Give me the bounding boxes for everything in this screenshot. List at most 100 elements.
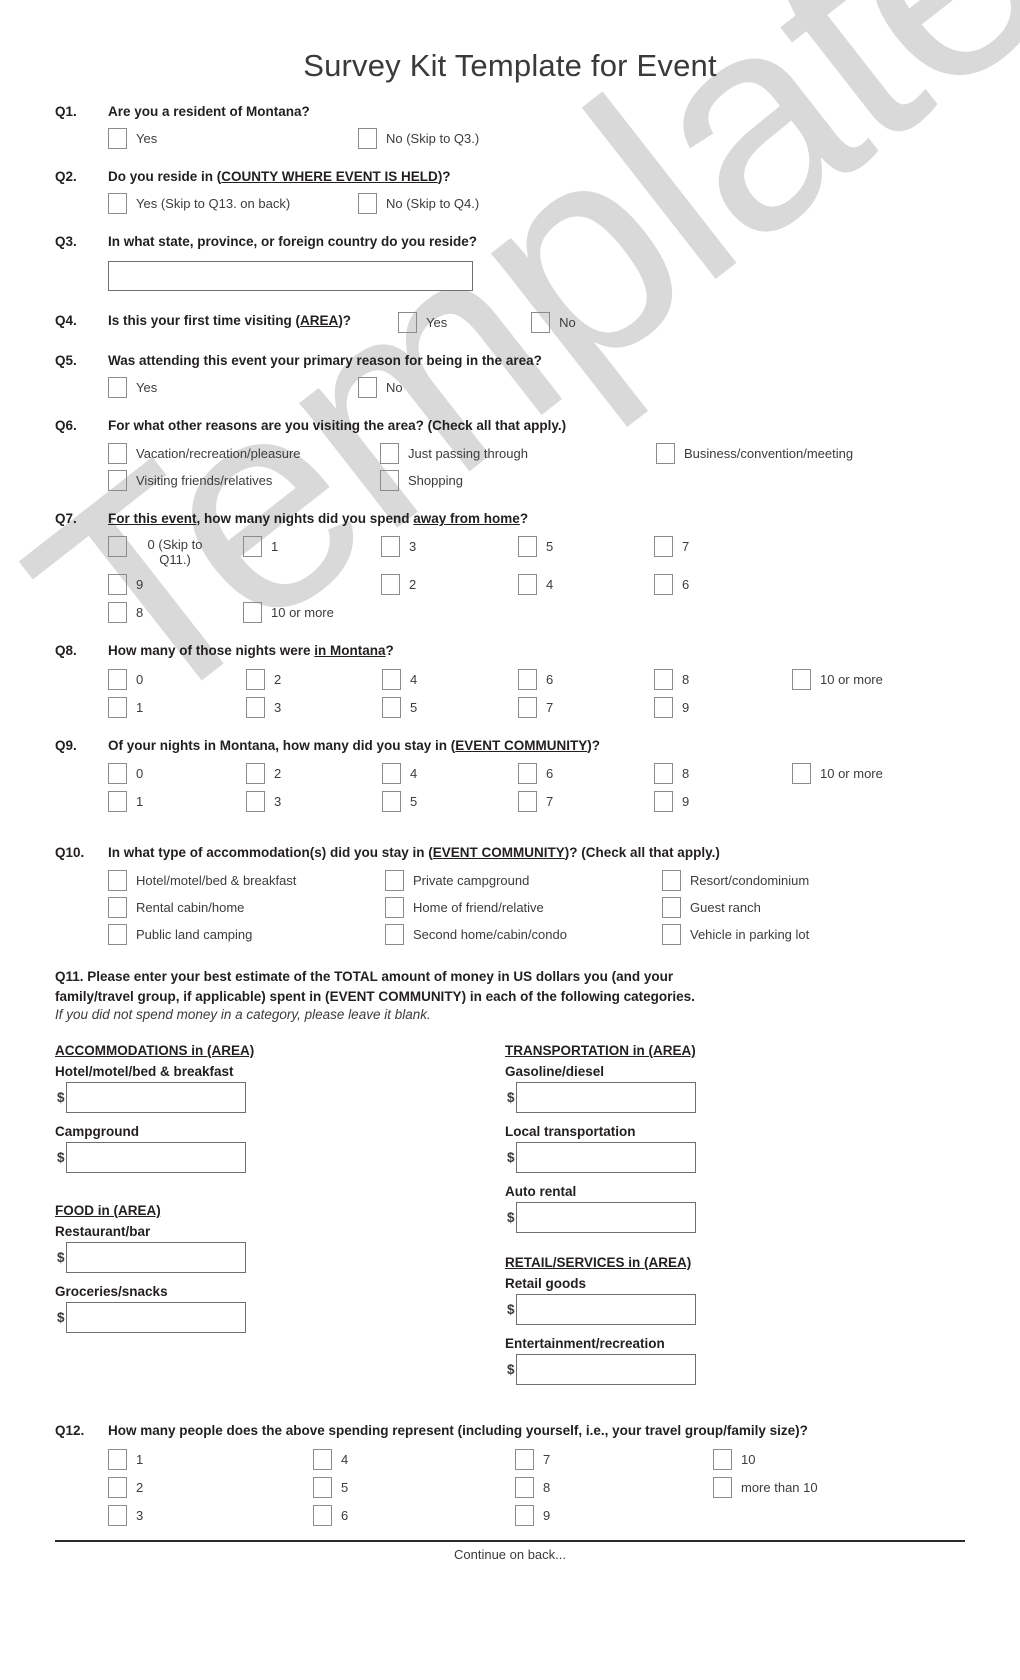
q7-option-9[interactable]: 9 bbox=[108, 574, 243, 596]
checkbox-icon[interactable] bbox=[313, 1449, 332, 1471]
q10-option-home-of-friend[interactable]: Home of friend/relative bbox=[385, 896, 662, 918]
checkbox-icon[interactable] bbox=[654, 696, 673, 718]
spend-input-hotel[interactable] bbox=[65, 1081, 246, 1113]
checkbox-icon[interactable] bbox=[108, 602, 127, 624]
q9-option-8[interactable]: 8 bbox=[654, 762, 792, 784]
checkbox-icon[interactable] bbox=[654, 668, 673, 690]
checkbox-icon[interactable] bbox=[515, 1505, 534, 1527]
q2-option-yes[interactable]: Yes (Skip to Q13. on back) bbox=[108, 193, 358, 215]
checkbox-icon[interactable] bbox=[108, 1449, 127, 1471]
q8-option-0[interactable]: 0 bbox=[108, 668, 246, 690]
q7-option-3[interactable]: 3 bbox=[381, 536, 518, 567]
q8-option-9[interactable]: 9 bbox=[654, 696, 792, 718]
checkbox-icon[interactable] bbox=[518, 696, 537, 718]
q5-option-yes[interactable]: Yes bbox=[108, 376, 358, 398]
residence-input[interactable] bbox=[108, 260, 473, 291]
checkbox-icon[interactable] bbox=[518, 574, 537, 596]
q10-option-private-campground[interactable]: Private campground bbox=[385, 869, 662, 891]
checkbox-icon[interactable] bbox=[381, 536, 400, 558]
checkbox-icon[interactable] bbox=[108, 536, 127, 558]
checkbox-icon[interactable] bbox=[108, 1505, 127, 1527]
spend-input-auto-rental[interactable] bbox=[515, 1201, 696, 1233]
checkbox-icon[interactable] bbox=[108, 470, 127, 492]
q8-option-8[interactable]: 8 bbox=[654, 668, 792, 690]
q9-option-6[interactable]: 6 bbox=[518, 762, 654, 784]
checkbox-icon[interactable] bbox=[385, 923, 404, 945]
checkbox-icon[interactable] bbox=[515, 1477, 534, 1499]
checkbox-icon[interactable] bbox=[108, 696, 127, 718]
checkbox-icon[interactable] bbox=[792, 668, 811, 690]
checkbox-icon[interactable] bbox=[246, 790, 265, 812]
q7-option-8[interactable]: 8 bbox=[108, 602, 243, 624]
checkbox-icon[interactable] bbox=[108, 193, 127, 215]
q7-option-2[interactable]: 2 bbox=[381, 574, 518, 596]
spend-input-local-transportation[interactable] bbox=[515, 1141, 696, 1173]
checkbox-icon[interactable] bbox=[246, 762, 265, 784]
checkbox-icon[interactable] bbox=[108, 443, 127, 465]
q7-option-6[interactable]: 6 bbox=[654, 574, 965, 596]
q8-option-2[interactable]: 2 bbox=[246, 668, 382, 690]
q12-option-9[interactable]: 9 bbox=[515, 1505, 713, 1527]
checkbox-icon[interactable] bbox=[358, 376, 377, 398]
q8-option-1[interactable]: 1 bbox=[108, 696, 246, 718]
q8-option-4[interactable]: 4 bbox=[382, 668, 518, 690]
q10-option-rental-cabin[interactable]: Rental cabin/home bbox=[108, 896, 385, 918]
q12-option-2[interactable]: 2 bbox=[108, 1477, 313, 1499]
checkbox-icon[interactable] bbox=[243, 602, 262, 624]
q12-option-4[interactable]: 4 bbox=[313, 1449, 515, 1471]
q7-option-10-or-more[interactable]: 10 or more bbox=[243, 602, 381, 624]
checkbox-icon[interactable] bbox=[108, 128, 127, 150]
q1-option-yes[interactable]: Yes bbox=[108, 128, 358, 150]
checkbox-icon[interactable] bbox=[713, 1449, 732, 1471]
q6-option-shopping[interactable]: Shopping bbox=[380, 470, 656, 492]
checkbox-icon[interactable] bbox=[313, 1477, 332, 1499]
checkbox-icon[interactable] bbox=[518, 668, 537, 690]
checkbox-icon[interactable] bbox=[654, 536, 673, 558]
q12-option-10[interactable]: 10 bbox=[713, 1449, 965, 1471]
q9-option-1[interactable]: 1 bbox=[108, 790, 246, 812]
checkbox-icon[interactable] bbox=[108, 668, 127, 690]
q9-option-10-or-more[interactable]: 10 or more bbox=[792, 762, 965, 784]
checkbox-icon[interactable] bbox=[385, 869, 404, 891]
checkbox-icon[interactable] bbox=[108, 790, 127, 812]
q7-option-7[interactable]: 7 bbox=[654, 536, 965, 567]
q8-option-6[interactable]: 6 bbox=[518, 668, 654, 690]
checkbox-icon[interactable] bbox=[518, 762, 537, 784]
q12-option-8[interactable]: 8 bbox=[515, 1477, 713, 1499]
q7-option-5[interactable]: 5 bbox=[518, 536, 654, 567]
checkbox-icon[interactable] bbox=[518, 790, 537, 812]
spend-input-groceries[interactable] bbox=[65, 1301, 246, 1333]
checkbox-icon[interactable] bbox=[358, 193, 377, 215]
q4-option-yes[interactable]: Yes bbox=[398, 311, 531, 333]
q6-option-business[interactable]: Business/convention/meeting bbox=[656, 443, 965, 465]
q8-option-3[interactable]: 3 bbox=[246, 696, 382, 718]
spend-input-entertainment[interactable] bbox=[515, 1353, 696, 1385]
q12-option-1[interactable]: 1 bbox=[108, 1449, 313, 1471]
q8-option-10-or-more[interactable]: 10 or more bbox=[792, 668, 965, 690]
checkbox-icon[interactable] bbox=[108, 376, 127, 398]
checkbox-icon[interactable] bbox=[654, 574, 673, 596]
q9-option-7[interactable]: 7 bbox=[518, 790, 654, 812]
q12-option-6[interactable]: 6 bbox=[313, 1505, 515, 1527]
checkbox-icon[interactable] bbox=[385, 896, 404, 918]
q12-option-3[interactable]: 3 bbox=[108, 1505, 313, 1527]
q6-option-visiting-friends[interactable]: Visiting friends/relatives bbox=[108, 470, 380, 492]
q6-option-passing-through[interactable]: Just passing through bbox=[380, 443, 656, 465]
q7-option-4[interactable]: 4 bbox=[518, 574, 654, 596]
checkbox-icon[interactable] bbox=[358, 128, 377, 150]
checkbox-icon[interactable] bbox=[246, 668, 265, 690]
checkbox-icon[interactable] bbox=[108, 1477, 127, 1499]
q9-option-9[interactable]: 9 bbox=[654, 790, 792, 812]
q2-option-no[interactable]: No (Skip to Q4.) bbox=[358, 193, 479, 215]
checkbox-icon[interactable] bbox=[662, 896, 681, 918]
q10-option-resort[interactable]: Resort/condominium bbox=[662, 869, 965, 891]
checkbox-icon[interactable] bbox=[662, 869, 681, 891]
q4-option-no[interactable]: No bbox=[531, 311, 576, 333]
checkbox-icon[interactable] bbox=[792, 762, 811, 784]
q1-option-no[interactable]: No (Skip to Q3.) bbox=[358, 128, 479, 150]
q12-option-7[interactable]: 7 bbox=[515, 1449, 713, 1471]
checkbox-icon[interactable] bbox=[381, 574, 400, 596]
q10-option-guest-ranch[interactable]: Guest ranch bbox=[662, 896, 965, 918]
checkbox-icon[interactable] bbox=[656, 443, 675, 465]
checkbox-icon[interactable] bbox=[662, 923, 681, 945]
